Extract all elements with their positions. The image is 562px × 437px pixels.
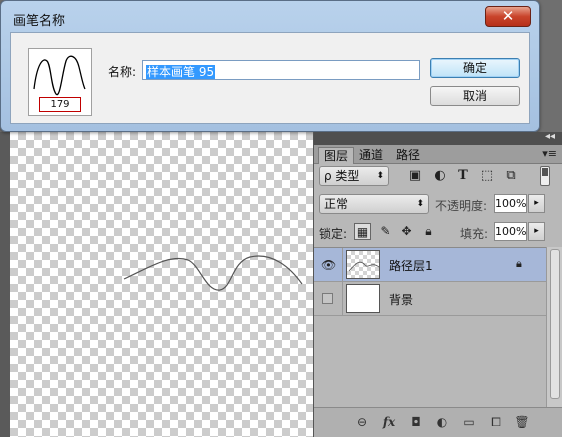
eye-icon[interactable]: 👁︎: [321, 258, 336, 272]
dialog-body: 179 名称: 样本画笔 95 确定 取消: [10, 32, 530, 124]
layer-filter-select[interactable]: ρ 类型 ⬍: [319, 166, 389, 186]
layer-row[interactable]: 👁︎ 路径层1 🔒︎: [314, 248, 546, 282]
tab-layers[interactable]: 图层: [318, 147, 355, 164]
panel-tabs: 图层 通道 路径 ▾≡: [314, 145, 562, 164]
opacity-input[interactable]: 100%: [494, 194, 527, 213]
layer-divider: [342, 248, 343, 282]
chevron-updown-icon: ⬍: [416, 199, 424, 209]
lock-label: 锁定:: [319, 227, 348, 241]
smart-object-filter-icon[interactable]: ⧉: [503, 168, 519, 184]
lock-transparent-icon[interactable]: ▦: [354, 223, 371, 240]
close-button[interactable]: ✕: [485, 6, 531, 27]
layer-lock-icon: 🔒︎: [516, 257, 522, 270]
brush-stroke: [123, 255, 303, 291]
lock-paint-icon[interactable]: ✎: [377, 223, 394, 240]
dialog-title: 画笔名称: [13, 14, 66, 29]
layer-name: 路径层1: [389, 259, 433, 273]
fill-dropdown-icon[interactable]: ▸: [528, 222, 545, 241]
fx-icon[interactable]: fx: [381, 414, 397, 430]
brush-size-label: 179: [39, 97, 81, 112]
blend-mode-value: 正常: [324, 197, 349, 211]
lock-all-icon[interactable]: 🔒︎: [420, 223, 437, 240]
adjustment-filter-icon[interactable]: ◐: [432, 168, 448, 184]
ok-button[interactable]: 确定: [430, 58, 520, 78]
stroke-thumbnail-icon: [348, 261, 380, 272]
chevron-updown-icon: ⬍: [376, 171, 384, 181]
link-icon[interactable]: ⊖: [354, 414, 370, 430]
panel-bottom-toolbar: ⊖ fx ◘ ◐ ▭ ⧠ 🗑︎: [314, 407, 562, 437]
visibility-toggle[interactable]: [322, 293, 333, 304]
layers-list: 👁︎ 路径层1 🔒︎ 背景: [314, 247, 546, 407]
blend-mode-select[interactable]: 正常 ⬍: [319, 194, 429, 214]
layer-thumbnail: [346, 284, 380, 313]
image-filter-icon[interactable]: ▣: [407, 168, 423, 184]
filter-label: ρ 类型: [324, 169, 360, 183]
fill-input[interactable]: 100%: [494, 222, 527, 241]
lock-move-icon[interactable]: ✥: [398, 223, 415, 240]
layers-panel: ◂◂ 图层 通道 路径 ▾≡ ρ 类型 ⬍ ▣ ◐ T ⬚ ⧉ 正常 ⬍ 不透明…: [313, 131, 562, 437]
filter-toggle[interactable]: [540, 166, 550, 186]
layers-scrollbar[interactable]: [546, 247, 562, 407]
opacity-label: 不透明度:: [435, 199, 488, 213]
layer-name: 背景: [389, 293, 414, 307]
collapse-icon[interactable]: ◂◂: [545, 131, 555, 142]
canvas-margin: [0, 132, 10, 437]
brush-name-dialog: 画笔名称 ✕ 179 名称: 样本画笔 95 确定 取消: [0, 0, 540, 132]
adjustment-icon[interactable]: ◐: [434, 414, 450, 430]
shape-filter-icon[interactable]: ⬚: [479, 168, 495, 184]
fill-label: 填充:: [460, 227, 489, 241]
panel-menu-icon[interactable]: ▾≡: [542, 147, 557, 160]
panel-title-bar: ◂◂: [314, 131, 562, 145]
trash-icon[interactable]: 🗑︎: [514, 414, 530, 430]
name-label: 名称:: [108, 65, 137, 79]
layer-row[interactable]: 背景: [314, 282, 546, 316]
layer-divider: [342, 282, 343, 316]
new-layer-icon[interactable]: ⧠: [488, 414, 504, 430]
layer-thumbnail: [346, 250, 380, 279]
group-folder-icon[interactable]: ▭: [461, 414, 477, 430]
cancel-button[interactable]: 取消: [430, 86, 520, 106]
opacity-dropdown-icon[interactable]: ▸: [528, 194, 545, 213]
mask-icon[interactable]: ◘: [408, 414, 424, 430]
type-filter-icon[interactable]: T: [455, 168, 471, 184]
brush-preview: 179: [28, 48, 92, 116]
name-input[interactable]: 样本画笔 95: [142, 60, 420, 80]
tab-channels[interactable]: 通道: [354, 147, 388, 164]
tab-paths[interactable]: 路径: [391, 147, 425, 164]
scroll-thumb[interactable]: [550, 249, 560, 399]
document-canvas[interactable]: [10, 132, 313, 437]
name-input-value: 样本画笔 95: [146, 65, 216, 79]
